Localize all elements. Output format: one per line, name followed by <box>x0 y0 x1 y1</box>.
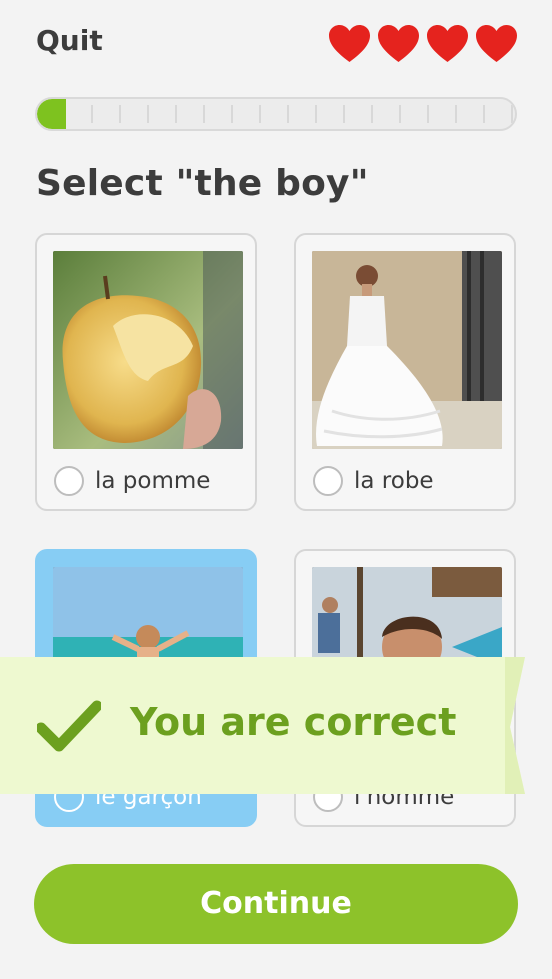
choice-card-la-robe[interactable]: la robe <box>294 233 516 511</box>
choice-label: la pomme <box>95 468 211 494</box>
progress-ticks <box>37 105 515 123</box>
heart-icon <box>378 25 419 62</box>
continue-button[interactable]: Continue <box>34 864 518 944</box>
heart-icon <box>329 25 370 62</box>
choice-radio[interactable] <box>313 466 343 496</box>
choice-card-la-pomme[interactable]: la pomme <box>35 233 257 511</box>
feedback-text: You are correct <box>130 700 457 744</box>
heart-icon <box>476 25 517 62</box>
choice-label: la robe <box>354 468 434 494</box>
quit-button[interactable]: Quit <box>36 24 103 57</box>
apple-image <box>53 251 243 449</box>
question-prompt: Select "the boy" <box>36 163 369 204</box>
heart-icon <box>427 25 468 62</box>
lives-indicator <box>328 24 518 64</box>
lesson-progress-bar <box>35 97 517 131</box>
checkmark-icon <box>37 700 101 752</box>
choice-radio[interactable] <box>54 466 84 496</box>
progress-fill <box>37 99 66 129</box>
dress-image <box>312 251 502 449</box>
